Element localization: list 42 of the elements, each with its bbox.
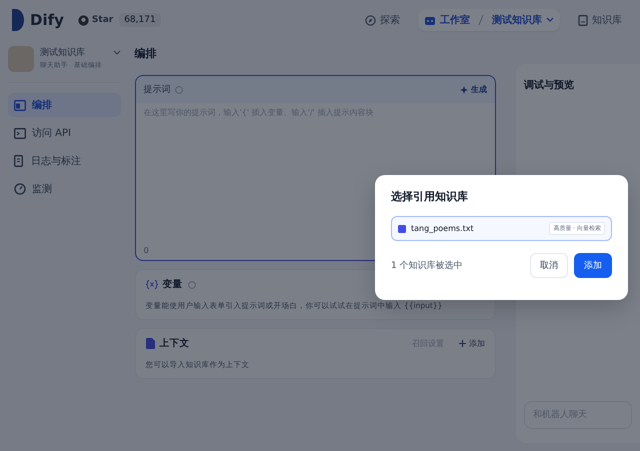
star-count: 68,171 xyxy=(119,13,161,27)
terminal-icon xyxy=(14,128,26,138)
add-context-button[interactable]: 添加 xyxy=(459,338,485,349)
sidebar-item[interactable]: 编排 xyxy=(8,93,121,117)
compass-icon xyxy=(365,14,376,26)
section-title: 编排 xyxy=(134,46,158,61)
current-app-label[interactable]: 测试知识库 xyxy=(492,13,542,27)
dialog-title: 选择引用知识库 xyxy=(391,189,469,204)
generate-button[interactable]: 生成 xyxy=(460,84,487,95)
sidebar-item[interactable]: 日志与标注 xyxy=(8,149,121,173)
variable-icon xyxy=(146,280,158,289)
context-title: 上下文 xyxy=(160,337,190,350)
logo-text: Dify xyxy=(30,11,64,29)
nav-tab[interactable]: 探索 xyxy=(359,9,406,31)
app-avatar xyxy=(8,46,34,72)
app-name: 测试知识库 xyxy=(40,46,86,59)
sidebar-item[interactable]: 监测 xyxy=(8,177,121,201)
chevron-down-icon xyxy=(546,17,554,23)
prompt-label: 提示词 xyxy=(144,84,171,96)
book-icon xyxy=(578,14,588,26)
document-icon xyxy=(14,155,25,167)
logo-icon xyxy=(12,9,24,31)
add-button[interactable]: 添加 xyxy=(574,253,612,278)
info-icon xyxy=(188,280,196,288)
github-star-button[interactable]: Star xyxy=(78,14,114,26)
nav-tab[interactable]: 工作室 测试知识库 xyxy=(418,9,560,31)
cancel-button[interactable]: 取消 xyxy=(530,253,568,278)
separator-icon xyxy=(478,14,484,26)
plus-icon xyxy=(459,340,466,347)
sidebar-item[interactable]: 访问 API xyxy=(8,121,121,145)
nav-tab[interactable]: 知识库 xyxy=(572,9,628,31)
variables-title: 变量 xyxy=(162,278,183,291)
gauge-icon xyxy=(14,183,26,195)
info-icon xyxy=(174,86,183,94)
sparkle-icon xyxy=(460,86,468,94)
robot-icon xyxy=(424,14,436,26)
selection-summary: 1 个知识库被选中 xyxy=(391,260,463,272)
file-icon xyxy=(146,338,155,349)
layout-icon xyxy=(14,100,26,110)
preview-title: 调试与预览 xyxy=(524,78,575,92)
chevron-down-icon[interactable] xyxy=(112,50,121,56)
character-count: 0 xyxy=(144,246,149,255)
